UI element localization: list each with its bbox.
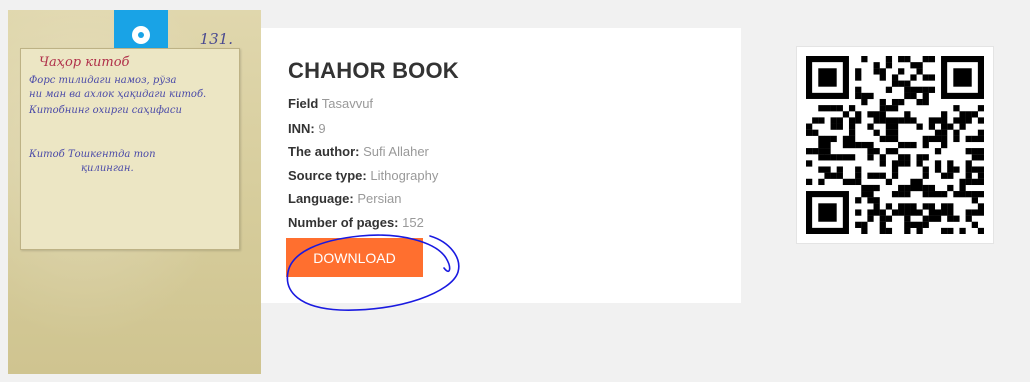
inn-value: 9: [318, 121, 326, 136]
cover-handwriting-line: қилинган.: [81, 163, 134, 174]
disc-icon: [132, 26, 150, 44]
language-value: Persian: [357, 191, 402, 206]
field-value: Tasavvuf: [321, 96, 374, 111]
pages-row: Number of pages: 152: [288, 215, 424, 230]
pages-value: 152: [402, 215, 424, 230]
qr-code-icon: [806, 56, 984, 234]
author-row: The author: Sufi Allaher: [288, 144, 429, 159]
cover-handwriting-line: Китобнинг охирги саҳифаси: [29, 105, 182, 116]
download-button[interactable]: DOWNLOAD: [286, 238, 423, 277]
inn-row: INN: 9: [288, 121, 326, 136]
language-row: Language: Persian: [288, 191, 401, 206]
book-info-card: CHAHOR BOOK Field Tasavvuf INN: 9 The au…: [261, 28, 741, 303]
author-value: Sufi Allaher: [363, 144, 429, 159]
qr-code[interactable]: [796, 46, 994, 244]
language-label: Language:: [288, 191, 354, 206]
cover-label-paper: Чаҳор китоб Форс тилидаги намоз, рўза ни…: [20, 48, 240, 250]
source-type-row: Source type: Lithography: [288, 168, 438, 183]
inn-label: INN:: [288, 121, 315, 136]
pages-label: Number of pages:: [288, 215, 399, 230]
book-cover-image: 131. Чаҳор китоб Форс тилидаги намоз, рў…: [8, 10, 261, 374]
cover-handwriting-line: Форс тилидаги намоз, рўза: [29, 75, 177, 86]
cover-handwriting-line: Китоб Тошкентда топ: [29, 149, 156, 160]
source-type-label: Source type:: [288, 168, 367, 183]
cover-handwriting-line: ни ман ва ахлок ҳақидаги китоб.: [29, 89, 207, 100]
book-title: CHAHOR BOOK: [288, 58, 459, 83]
source-type-value: Lithography: [370, 168, 439, 183]
field-row: Field Tasavvuf: [288, 96, 373, 111]
cover-number: 131.: [199, 30, 233, 48]
field-label: Field: [288, 96, 319, 111]
cover-handwriting-line: Чаҳор китоб: [39, 55, 130, 70]
author-label: The author:: [288, 144, 360, 159]
